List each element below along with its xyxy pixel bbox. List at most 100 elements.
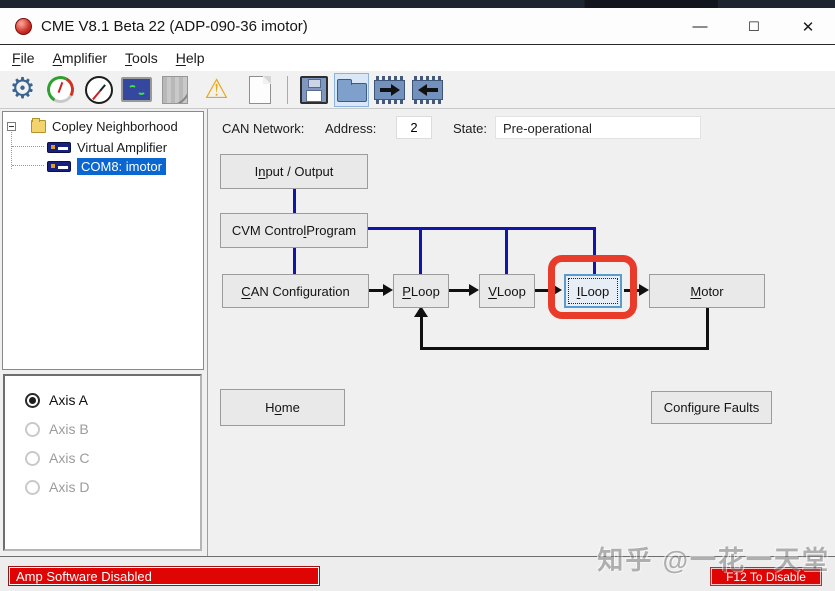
arrow-can-ploop-icon	[369, 284, 393, 296]
label-fragment: mplifier	[61, 50, 108, 66]
settings-gear-icon[interactable]: ⚙	[5, 73, 40, 107]
tree-item-label: Virtual Amplifier	[77, 140, 168, 155]
state-value: Pre-operational	[495, 116, 701, 139]
address-input[interactable]	[396, 116, 432, 139]
label-fragment: P	[402, 283, 411, 299]
tree-root-row[interactable]: Copley Neighborhood	[7, 118, 178, 135]
right-arrow-icon	[379, 83, 400, 96]
can-configuration-button[interactable]: C AN Configuration	[222, 274, 369, 308]
tree-connector	[11, 129, 12, 169]
radio-disabled-icon	[25, 450, 40, 466]
menu-bar: File Amplifier Tools Help	[0, 45, 835, 71]
gauge-icon[interactable]	[43, 72, 78, 107]
cvm-control-program-button[interactable]: CVM Contro l Program	[220, 213, 368, 248]
stopwatch-icon[interactable]	[81, 73, 116, 107]
label-fragment: A	[52, 50, 62, 66]
toolbar-separator	[287, 75, 288, 104]
label-fragment: Confi	[663, 400, 695, 415]
menu-tools[interactable]: Tools	[122, 48, 161, 68]
axis-c-radio: Axis C	[25, 450, 89, 466]
label-fragment: otor	[701, 283, 724, 299]
amplifier-icon	[47, 142, 71, 153]
can-network-label: CAN Network:	[222, 121, 305, 136]
chip-glyph-icon	[374, 75, 405, 104]
axis-label: Axis D	[49, 479, 90, 495]
wave-icon	[127, 85, 137, 94]
amp-software-disabled-status: Amp Software Disabled	[8, 566, 320, 586]
minimize-button[interactable]: —	[673, 8, 727, 45]
feedback-line-vertical	[706, 308, 709, 350]
menu-help[interactable]: Help	[173, 48, 208, 68]
i-loop-highlight	[548, 255, 637, 319]
label-fragment: AN Configuration	[250, 283, 350, 299]
label-fragment: H	[175, 50, 186, 66]
home-button[interactable]: Ho me	[220, 389, 345, 426]
connector-drop-ploop	[419, 227, 422, 274]
state-label: State:	[453, 121, 487, 136]
tree-connector	[12, 165, 44, 166]
axis-a-radio[interactable]: Axis A	[25, 392, 88, 408]
content-area: Copley Neighborhood Virtual Amplifier CO…	[0, 109, 835, 556]
window-controls: — ☐ ✕	[673, 8, 835, 45]
connector-cvm-can	[293, 248, 296, 274]
maximize-button[interactable]: ☐	[727, 8, 781, 45]
folder-icon	[31, 118, 46, 133]
collapse-icon[interactable]	[7, 122, 16, 131]
axis-label: Axis B	[49, 421, 89, 437]
can-network-bar: CAN Network: Address: State: Pre-operati…	[208, 109, 835, 145]
radio-selected-icon[interactable]	[25, 392, 40, 408]
connector-cvm-horizontal	[368, 227, 596, 230]
chip-read-icon[interactable]	[410, 73, 445, 107]
warning-icon[interactable]: ⚠	[199, 73, 234, 107]
wave-icon	[136, 86, 146, 95]
p-loop-button[interactable]: P Loop	[393, 274, 449, 308]
menu-amplifier[interactable]: Amplifier	[50, 48, 110, 68]
document-icon[interactable]	[242, 73, 277, 107]
document-glyph-icon	[248, 75, 271, 104]
tree-item-virtual-amplifier[interactable]: Virtual Amplifier	[47, 139, 167, 156]
chip-glyph-icon	[412, 75, 443, 104]
configure-faults-button[interactable]: Confi g ure Faults	[651, 391, 772, 424]
open-folder-icon[interactable]	[334, 72, 369, 107]
toolbar: ⚙ ⚠	[0, 71, 835, 109]
connector-io-cvm	[293, 189, 296, 213]
device-tree-panel: Copley Neighborhood Virtual Amplifier CO…	[2, 111, 204, 370]
label-fragment: M	[690, 283, 702, 299]
folder-glyph-icon	[336, 78, 367, 102]
warning-triangle-icon: ⚠	[204, 74, 229, 104]
amplifier-diagram-panel: CAN Network: Address: State: Pre-operati…	[207, 109, 835, 556]
close-button[interactable]: ✕	[781, 8, 835, 45]
save-icon[interactable]	[296, 73, 331, 107]
label-fragment: H	[265, 400, 275, 415]
label-fragment: ure Faults	[701, 400, 760, 415]
cme-window: CME V8.1 Beta 22 (ADP-090-36 imotor) — ☐…	[0, 0, 835, 591]
input-output-button[interactable]: In put / Output	[220, 154, 368, 189]
tree-item-com8-imotor[interactable]: COM8: imotor	[47, 158, 166, 175]
label-fragment: Loop	[410, 283, 440, 299]
label-fragment: put / Output	[265, 164, 334, 179]
menu-file[interactable]: File	[9, 48, 38, 68]
curves-icon	[157, 73, 192, 107]
gear-icon: ⚙	[9, 73, 36, 105]
radio-disabled-icon	[25, 479, 40, 495]
label-fragment: C	[241, 283, 251, 299]
label-fragment: Program	[306, 223, 357, 238]
status-bar: Amp Software Disabled F12 To Disable	[0, 556, 835, 591]
feedback-line-horizontal	[420, 347, 709, 350]
tree-item-label-selected: COM8: imotor	[77, 158, 166, 175]
chip-write-icon[interactable]	[372, 73, 407, 107]
label-fragment: F	[12, 50, 21, 66]
v-loop-button[interactable]: V Loop	[479, 274, 535, 308]
connector-drop-vloop	[505, 227, 508, 274]
motor-button[interactable]: Motor	[649, 274, 765, 308]
oscilloscope-icon[interactable]	[119, 73, 154, 107]
label-fragment: Loop	[496, 283, 526, 299]
f12-to-disable-status: F12 To Disable	[710, 567, 822, 586]
label-fragment: ools	[132, 50, 158, 66]
gauge-glyph-icon	[43, 72, 78, 107]
label-fragment: elp	[185, 50, 205, 66]
axis-b-radio: Axis B	[25, 421, 89, 437]
scope-glyph-icon	[121, 77, 152, 102]
desktop-strip	[0, 0, 835, 8]
app-logo-icon	[15, 17, 32, 35]
